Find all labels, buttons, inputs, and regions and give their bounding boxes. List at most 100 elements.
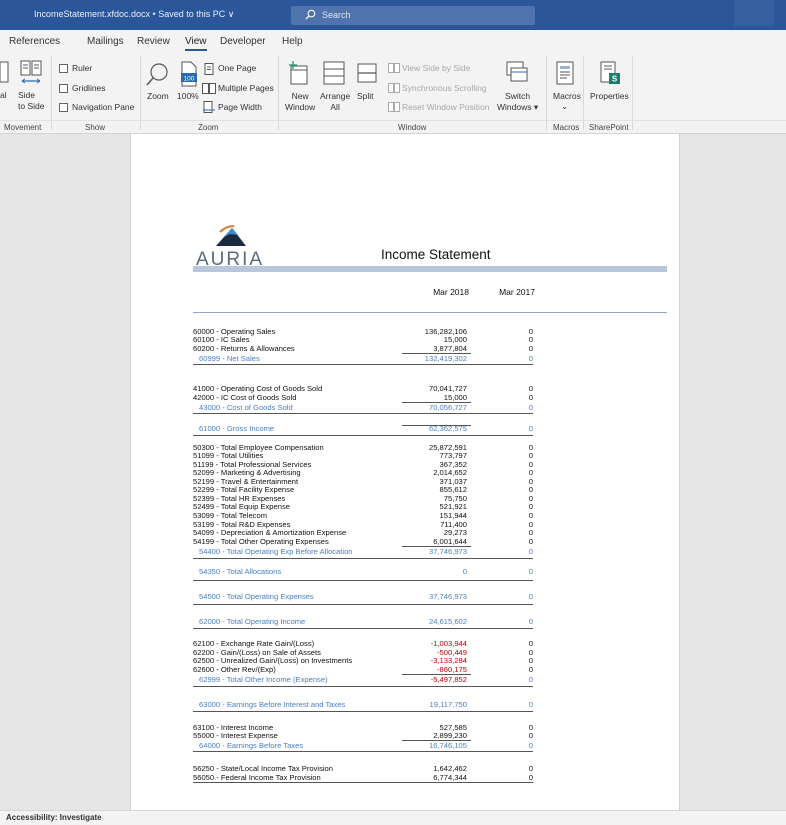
row-value-mar-2017: 0 [528, 424, 533, 433]
table-row: 52299 - Total Facility Expense 855,612 0 [193, 485, 533, 494]
row-value-mar-2018: 2,899,230 [433, 731, 467, 740]
row-value-mar-2017: 0 [528, 354, 533, 363]
arrange-all-button[interactable]: Arrange All [320, 91, 350, 113]
multiple-pages-button[interactable]: Multiple Pages [218, 83, 274, 93]
accessibility-status[interactable]: Accessibility: Investigate [6, 813, 102, 822]
header-divider [193, 312, 667, 313]
row-label: 56050 - Federal Income Tax Provision [193, 773, 321, 782]
switch-windows-button[interactable]: Switch Windows ▾ [497, 91, 538, 113]
ruler-label: Ruler [72, 63, 93, 73]
row-label: 55000 - Interest Expense [193, 731, 278, 740]
multiple-pages-icon [202, 83, 216, 94]
title-bar: IncomeStatement.xfdoc.docx • Saved to th… [0, 0, 786, 30]
row-label: 43000 - Cost of Goods Sold [199, 403, 293, 412]
gridlines-checkbox[interactable] [59, 84, 68, 93]
row-value-mar-2018: 15,000 [443, 335, 467, 344]
macros-icon[interactable] [555, 61, 577, 87]
table-row: 62500 - Unrealized Gain/(Loss) on Invest… [193, 656, 533, 665]
subtotal-row: 54350 - Total Allocations 0 0 [193, 567, 533, 576]
magnifier-icon[interactable] [146, 62, 170, 88]
properties-button[interactable]: Properties [590, 91, 629, 101]
row-value-mar-2018: 19,117,750 [429, 700, 467, 709]
search-placeholder: Search [322, 10, 351, 20]
group-label-zoom: Zoom [198, 123, 219, 132]
row-value-mar-2017: 0 [528, 592, 533, 601]
zoom-100-icon[interactable]: 100 [179, 61, 199, 87]
group-label-macros: Macros [553, 123, 580, 132]
arrange-all-icon[interactable] [323, 61, 345, 85]
properties-icon[interactable]: S [599, 61, 621, 87]
document-title[interactable]: IncomeStatement.xfdoc.docx • Saved to th… [34, 9, 234, 20]
row-label: 54500 - Total Operating Expenses [199, 592, 314, 601]
row-value-mar-2017: 0 [528, 344, 533, 353]
subtotal-row: 54400 - Total Operating Exp Before Alloc… [193, 547, 533, 556]
new-window-icon[interactable] [288, 60, 310, 86]
row-value-mar-2017: 0 [528, 485, 533, 494]
table-row: 60100 - IC Sales 15,000 0 [193, 335, 533, 344]
row-value-mar-2018: 1,642,462 [433, 764, 467, 773]
separator [140, 56, 141, 130]
navigation-pane-checkbox[interactable] [59, 103, 68, 112]
row-value-mar-2017: 0 [528, 384, 533, 393]
row-value-mar-2018: 24,615,602 [428, 617, 467, 626]
row-label: 52299 - Total Facility Expense [193, 485, 295, 494]
table-row: 51099 - Total Utilities 773,797 0 [193, 451, 533, 460]
row-label: 62500 - Unrealized Gain/(Loss) on Invest… [193, 656, 353, 665]
reset-window-position-button[interactable]: Reset Window Position [402, 102, 489, 112]
row-divider [193, 751, 533, 752]
view-side-by-side-icon [388, 63, 400, 73]
tab-developer[interactable]: Developer [220, 36, 266, 47]
row-value-mar-2017: 0 [528, 537, 533, 546]
row-label: 61000 - Gross Income [199, 424, 275, 433]
row-label: 42000 - IC Cost of Goods Sold [193, 393, 297, 402]
tab-references[interactable]: References [9, 36, 60, 47]
row-value-mar-2018: 132,419,302 [424, 354, 467, 363]
table-row: 52099 - Marketing & Advertising 2,014,652… [193, 468, 533, 477]
row-label: 60200 - Returns & Allowances [193, 344, 295, 353]
row-value-mar-2017: 0 [528, 764, 533, 773]
row-divider [193, 364, 533, 365]
ruler-checkbox[interactable] [59, 64, 68, 73]
row-value-mar-2017: 0 [528, 403, 533, 412]
row-value-mar-2018: 521,921 [439, 502, 467, 511]
tab-review[interactable]: Review [137, 36, 170, 47]
tab-mailings[interactable]: Mailings [87, 36, 124, 47]
table-row: 62600 - Other Rev/(Exp) -860,175 0 [193, 665, 533, 674]
page-width-button[interactable]: Page Width [218, 102, 262, 112]
zoom-button[interactable]: Zoom [147, 91, 169, 101]
row-divider [193, 413, 533, 414]
subtotal-row: 62000 - Total Operating Income 24,615,602… [193, 617, 533, 626]
row-value-mar-2018: -5,497,852 [430, 675, 467, 684]
macros-dropdown-icon[interactable]: ⌄ [561, 101, 568, 112]
separator [278, 56, 279, 130]
document-area[interactable]: AURIA Income Statement Mar 2018 Mar 2017… [0, 134, 786, 810]
table-row: 41000 - Operating Cost of Goods Sold 70,0… [193, 384, 533, 393]
search-box[interactable]: Search [291, 6, 535, 25]
table-row: 54099 - Depreciation & Amortization Expe… [193, 528, 533, 537]
new-window-button[interactable]: New Window [285, 91, 315, 113]
vertical-icon[interactable] [0, 61, 10, 83]
tab-view[interactable]: View [185, 36, 207, 51]
row-value-mar-2018: 6,774,344 [433, 773, 467, 782]
row-value-mar-2018: 29,273 [443, 528, 467, 537]
zoom-100-button[interactable]: 100% [177, 91, 199, 101]
separator [583, 56, 584, 130]
reset-window-position-icon [388, 102, 400, 112]
table-row: 53099 - Total Telecom 151,944 0 [193, 511, 533, 520]
row-value-mar-2017: 0 [528, 451, 533, 460]
split-button[interactable]: Split [357, 91, 374, 101]
switch-windows-icon[interactable] [505, 61, 529, 87]
row-value-mar-2018: 855,612 [439, 485, 467, 494]
one-page-button[interactable]: One Page [218, 63, 256, 73]
document-page[interactable]: AURIA Income Statement Mar 2018 Mar 2017… [130, 134, 680, 810]
row-label: 54400 - Total Operating Exp Before Alloc… [199, 547, 353, 556]
side-to-side-button[interactable]: Side to Side [18, 90, 44, 112]
macros-button[interactable]: Macros [553, 91, 581, 101]
view-side-by-side-button[interactable]: View Side by Side [402, 63, 470, 73]
group-label-movement: Movement [4, 123, 42, 132]
synchronous-scrolling-button[interactable]: Synchronous Scrolling [402, 83, 487, 93]
tab-help[interactable]: Help [282, 36, 303, 47]
navigation-pane-label: Navigation Pane [72, 102, 135, 112]
split-icon[interactable] [357, 63, 377, 83]
side-to-side-icon[interactable] [20, 60, 42, 86]
